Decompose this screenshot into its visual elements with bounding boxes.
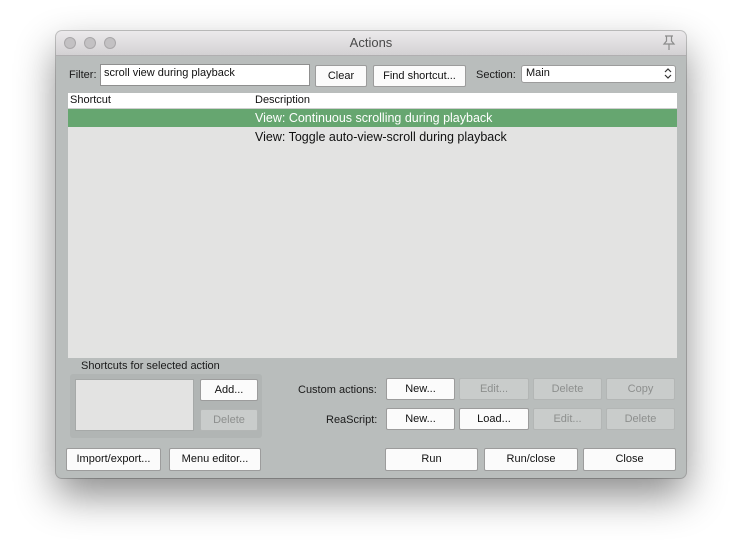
filter-input[interactable]: scroll view during playback bbox=[100, 64, 310, 86]
custom-action-new-button[interactable]: New... bbox=[386, 378, 455, 400]
close-button[interactable]: Close bbox=[583, 448, 676, 471]
actions-window: Actions Filter: scroll view during playb… bbox=[56, 31, 686, 478]
column-header-shortcut[interactable]: Shortcut bbox=[70, 93, 111, 108]
shortcuts-panel: Add... Delete bbox=[70, 374, 262, 438]
reascript-label: ReaScript: bbox=[326, 414, 378, 426]
reascript-new-button[interactable]: New... bbox=[386, 408, 455, 430]
filter-label: Filter: bbox=[69, 69, 97, 81]
table-row[interactable]: View: Toggle auto-view-scroll during pla… bbox=[68, 128, 677, 146]
reascript-edit-button[interactable]: Edit... bbox=[533, 408, 602, 430]
section-select[interactable]: Main bbox=[521, 65, 676, 83]
custom-actions-label: Custom actions: bbox=[298, 384, 377, 396]
title-bar[interactable]: Actions bbox=[56, 31, 686, 56]
import-export-button[interactable]: Import/export... bbox=[66, 448, 161, 471]
window-title: Actions bbox=[349, 35, 393, 50]
shortcuts-panel-label: Shortcuts for selected action bbox=[81, 360, 220, 372]
filter-input-value: scroll view during playback bbox=[104, 67, 235, 79]
table-row[interactable]: View: Continuous scrolling during playba… bbox=[68, 109, 677, 127]
section-select-value: Main bbox=[526, 67, 550, 79]
run-close-button[interactable]: Run/close bbox=[484, 448, 578, 471]
list-header: Shortcut Description bbox=[68, 93, 677, 109]
shortcut-list[interactable] bbox=[75, 379, 194, 431]
row-description: View: Toggle auto-view-scroll during pla… bbox=[255, 130, 507, 144]
column-header-description[interactable]: Description bbox=[255, 93, 310, 108]
custom-action-edit-button[interactable]: Edit... bbox=[459, 378, 529, 400]
custom-action-copy-button[interactable]: Copy bbox=[606, 378, 675, 400]
menu-editor-button[interactable]: Menu editor... bbox=[169, 448, 261, 471]
custom-action-delete-button[interactable]: Delete bbox=[533, 378, 602, 400]
reascript-delete-button[interactable]: Delete bbox=[606, 408, 675, 430]
section-label: Section: bbox=[476, 69, 516, 81]
add-shortcut-button[interactable]: Add... bbox=[200, 379, 258, 401]
reascript-load-button[interactable]: Load... bbox=[459, 408, 529, 430]
chevron-updown-icon bbox=[664, 67, 672, 83]
find-shortcut-button[interactable]: Find shortcut... bbox=[373, 65, 466, 87]
row-description: View: Continuous scrolling during playba… bbox=[255, 111, 493, 125]
pin-icon[interactable] bbox=[662, 35, 676, 56]
actions-list[interactable]: Shortcut Description View: Continuous sc… bbox=[68, 93, 677, 358]
clear-button[interactable]: Clear bbox=[315, 65, 367, 87]
run-button[interactable]: Run bbox=[385, 448, 478, 471]
delete-shortcut-button[interactable]: Delete bbox=[200, 409, 258, 431]
